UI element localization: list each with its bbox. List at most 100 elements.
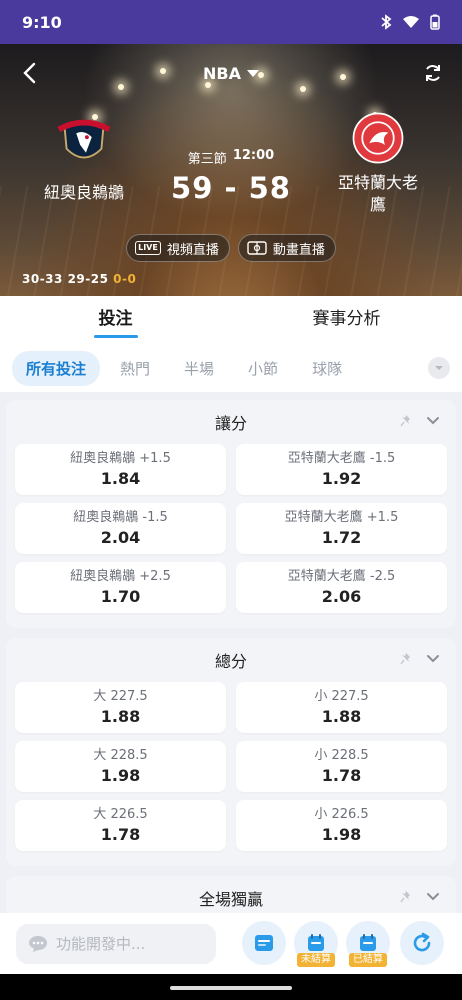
odds-button[interactable]: 小 226.5 1.98 bbox=[236, 800, 447, 851]
odds-button[interactable]: 小 228.5 1.78 bbox=[236, 741, 447, 792]
league-name: NBA bbox=[203, 63, 241, 83]
odds-value: 1.70 bbox=[100, 587, 141, 606]
hawks-logo bbox=[352, 112, 404, 164]
calendar-icon bbox=[360, 934, 376, 951]
market-title: 總分 bbox=[214, 652, 247, 671]
filter-half[interactable]: 半場 bbox=[170, 351, 228, 386]
bluetooth-icon bbox=[381, 14, 392, 30]
pin-icon[interactable] bbox=[400, 414, 412, 428]
market-totals: 總分 大 227.5 1.88 小 227.5 1.88 大 228.5 1.98 小… bbox=[6, 638, 456, 866]
refresh-icon bbox=[413, 932, 431, 952]
odds-button[interactable]: 大 227.5 1.88 bbox=[15, 682, 226, 733]
odds-value: 1.78 bbox=[100, 825, 141, 844]
market-title: 全場獨贏 bbox=[198, 890, 263, 909]
odds-button[interactable]: 小 227.5 1.88 bbox=[236, 682, 447, 733]
battery-icon bbox=[430, 14, 440, 30]
away-team-name: 亞特蘭大老 鷹 bbox=[308, 172, 448, 216]
tab-analysis[interactable]: 賽事分析 bbox=[231, 296, 462, 344]
tab-betting[interactable]: 投注 bbox=[0, 296, 231, 344]
away-team: 亞特蘭大老 鷹 bbox=[308, 110, 448, 216]
status-bar: 9:10 bbox=[0, 0, 462, 44]
calendar-icon bbox=[308, 934, 324, 951]
main-tabs: 投注 賽事分析 bbox=[0, 296, 462, 344]
odds-button[interactable]: 紐奧良鵜鶘 -1.5 2.04 bbox=[15, 503, 226, 554]
chat-input[interactable]: 功能開發中... bbox=[16, 923, 216, 964]
video-live-button[interactable]: LIVE 視頻直播 bbox=[126, 234, 230, 262]
animation-live-button[interactable]: 動畫直播 bbox=[237, 234, 336, 262]
filter-all[interactable]: 所有投注 bbox=[12, 350, 101, 386]
chat-placeholder: 功能開發中... bbox=[56, 935, 146, 953]
odds-button[interactable]: 亞特蘭大老鷹 -2.5 2.06 bbox=[236, 562, 447, 613]
pin-icon[interactable] bbox=[400, 890, 412, 904]
odds-label: 亞特蘭大老鷹 -2.5 bbox=[287, 569, 396, 584]
settled-bets-button[interactable]: 已結算 bbox=[346, 921, 390, 967]
status-time: 9:10 bbox=[22, 12, 62, 32]
market-title: 讓分 bbox=[214, 414, 247, 433]
score: 59 - 58 bbox=[171, 171, 291, 205]
odds-button[interactable]: 亞特蘭大老鷹 +1.5 1.72 bbox=[236, 503, 447, 554]
odds-label: 小 228.5 bbox=[314, 748, 369, 763]
unsettled-bets-button[interactable]: 未結算 bbox=[294, 921, 338, 967]
odds-button[interactable]: 紐奧良鵜鶘 +2.5 1.70 bbox=[15, 562, 226, 613]
period-score-q1: 30-33 bbox=[22, 272, 63, 286]
home-gesture-handle[interactable] bbox=[170, 986, 292, 990]
chevron-down-icon[interactable] bbox=[426, 892, 440, 902]
market-header[interactable]: 讓分 bbox=[6, 400, 456, 444]
chevron-down-icon[interactable] bbox=[426, 654, 440, 664]
live-buttons: LIVE 視頻直播 動畫直播 bbox=[0, 234, 462, 262]
odds-value: 1.84 bbox=[100, 469, 141, 488]
odds-value: 1.98 bbox=[321, 825, 362, 844]
odds-label: 紐奧良鵜鶘 +1.5 bbox=[70, 451, 171, 466]
odds-value: 1.78 bbox=[321, 766, 362, 785]
live-tag-icon: LIVE bbox=[135, 241, 161, 255]
home-team: 紐奧良鵜鶘 bbox=[14, 110, 154, 204]
period-score-q2: 29-25 bbox=[67, 272, 109, 286]
odds-label: 大 228.5 bbox=[93, 748, 148, 763]
wallet-button[interactable] bbox=[242, 921, 286, 965]
filter-team[interactable]: 球隊 bbox=[298, 351, 356, 386]
league-selector-row: NBA bbox=[0, 58, 462, 88]
odds-label: 小 226.5 bbox=[314, 807, 369, 822]
settled-badge: 已結算 bbox=[349, 953, 387, 967]
odds-value: 1.98 bbox=[100, 766, 141, 785]
away-team-name-line2: 鷹 bbox=[369, 195, 386, 214]
game-clock: 12:00 bbox=[232, 148, 275, 163]
odds-button[interactable]: 大 226.5 1.78 bbox=[15, 800, 226, 851]
odds-button[interactable]: 亞特蘭大老鷹 -1.5 1.92 bbox=[236, 444, 447, 495]
market-header[interactable]: 總分 bbox=[6, 638, 456, 682]
pelicans-logo bbox=[57, 119, 111, 159]
period-label: 第三節 bbox=[187, 152, 227, 167]
video-live-label: 視頻直播 bbox=[166, 242, 219, 258]
pin-icon[interactable] bbox=[400, 652, 412, 666]
unsettled-badge: 未結算 bbox=[297, 953, 335, 967]
chevron-down-icon[interactable] bbox=[426, 416, 440, 426]
odds-value: 2.04 bbox=[100, 528, 141, 547]
period-info: 第三節 12:00 bbox=[166, 148, 296, 167]
chat-bubble-icon bbox=[29, 935, 47, 952]
animation-live-label: 動畫直播 bbox=[272, 242, 325, 258]
odds-label: 紐奧良鵜鶘 +2.5 bbox=[70, 569, 171, 584]
league-selector[interactable]: NBA bbox=[203, 64, 259, 83]
odds-value: 1.72 bbox=[321, 528, 362, 547]
filter-quarter[interactable]: 小節 bbox=[234, 351, 292, 386]
market-actions bbox=[400, 890, 440, 904]
expand-filters-button[interactable] bbox=[428, 357, 450, 379]
odds-value: 1.88 bbox=[100, 707, 141, 726]
odds-label: 大 226.5 bbox=[93, 807, 148, 822]
odds-grid: 紐奧良鵜鶘 +1.5 1.84 亞特蘭大老鷹 -1.5 1.92 紐奧良鵜鶘 -1.… bbox=[6, 444, 456, 625]
odds-label: 紐奧良鵜鶘 -1.5 bbox=[73, 510, 168, 525]
wifi-icon bbox=[403, 16, 419, 28]
refresh-button[interactable] bbox=[418, 58, 448, 88]
odds-button[interactable]: 紐奧良鵜鶘 +1.5 1.84 bbox=[15, 444, 226, 495]
odds-button[interactable]: 大 228.5 1.98 bbox=[15, 741, 226, 792]
system-icons bbox=[380, 14, 440, 30]
filter-popular[interactable]: 熱門 bbox=[106, 351, 164, 386]
scoreboard-hero: NBA 紐奧良鵜鶘 第三節 12:00 59 - 58 亞特蘭大老 鷹 LIVE… bbox=[0, 44, 462, 296]
score-center: 第三節 12:00 59 - 58 bbox=[166, 148, 296, 205]
filter-chips: 所有投注 熱門 半場 小節 球隊 bbox=[0, 344, 462, 392]
market-handicap: 讓分 紐奧良鵜鶘 +1.5 1.84 亞特蘭大老鷹 -1.5 1.92 紐奧良鵜鶘 … bbox=[6, 400, 456, 628]
wallet-icon bbox=[255, 935, 273, 951]
odds-label: 小 227.5 bbox=[314, 689, 369, 704]
court-icon bbox=[247, 241, 267, 255]
refresh-odds-button[interactable] bbox=[400, 921, 444, 965]
